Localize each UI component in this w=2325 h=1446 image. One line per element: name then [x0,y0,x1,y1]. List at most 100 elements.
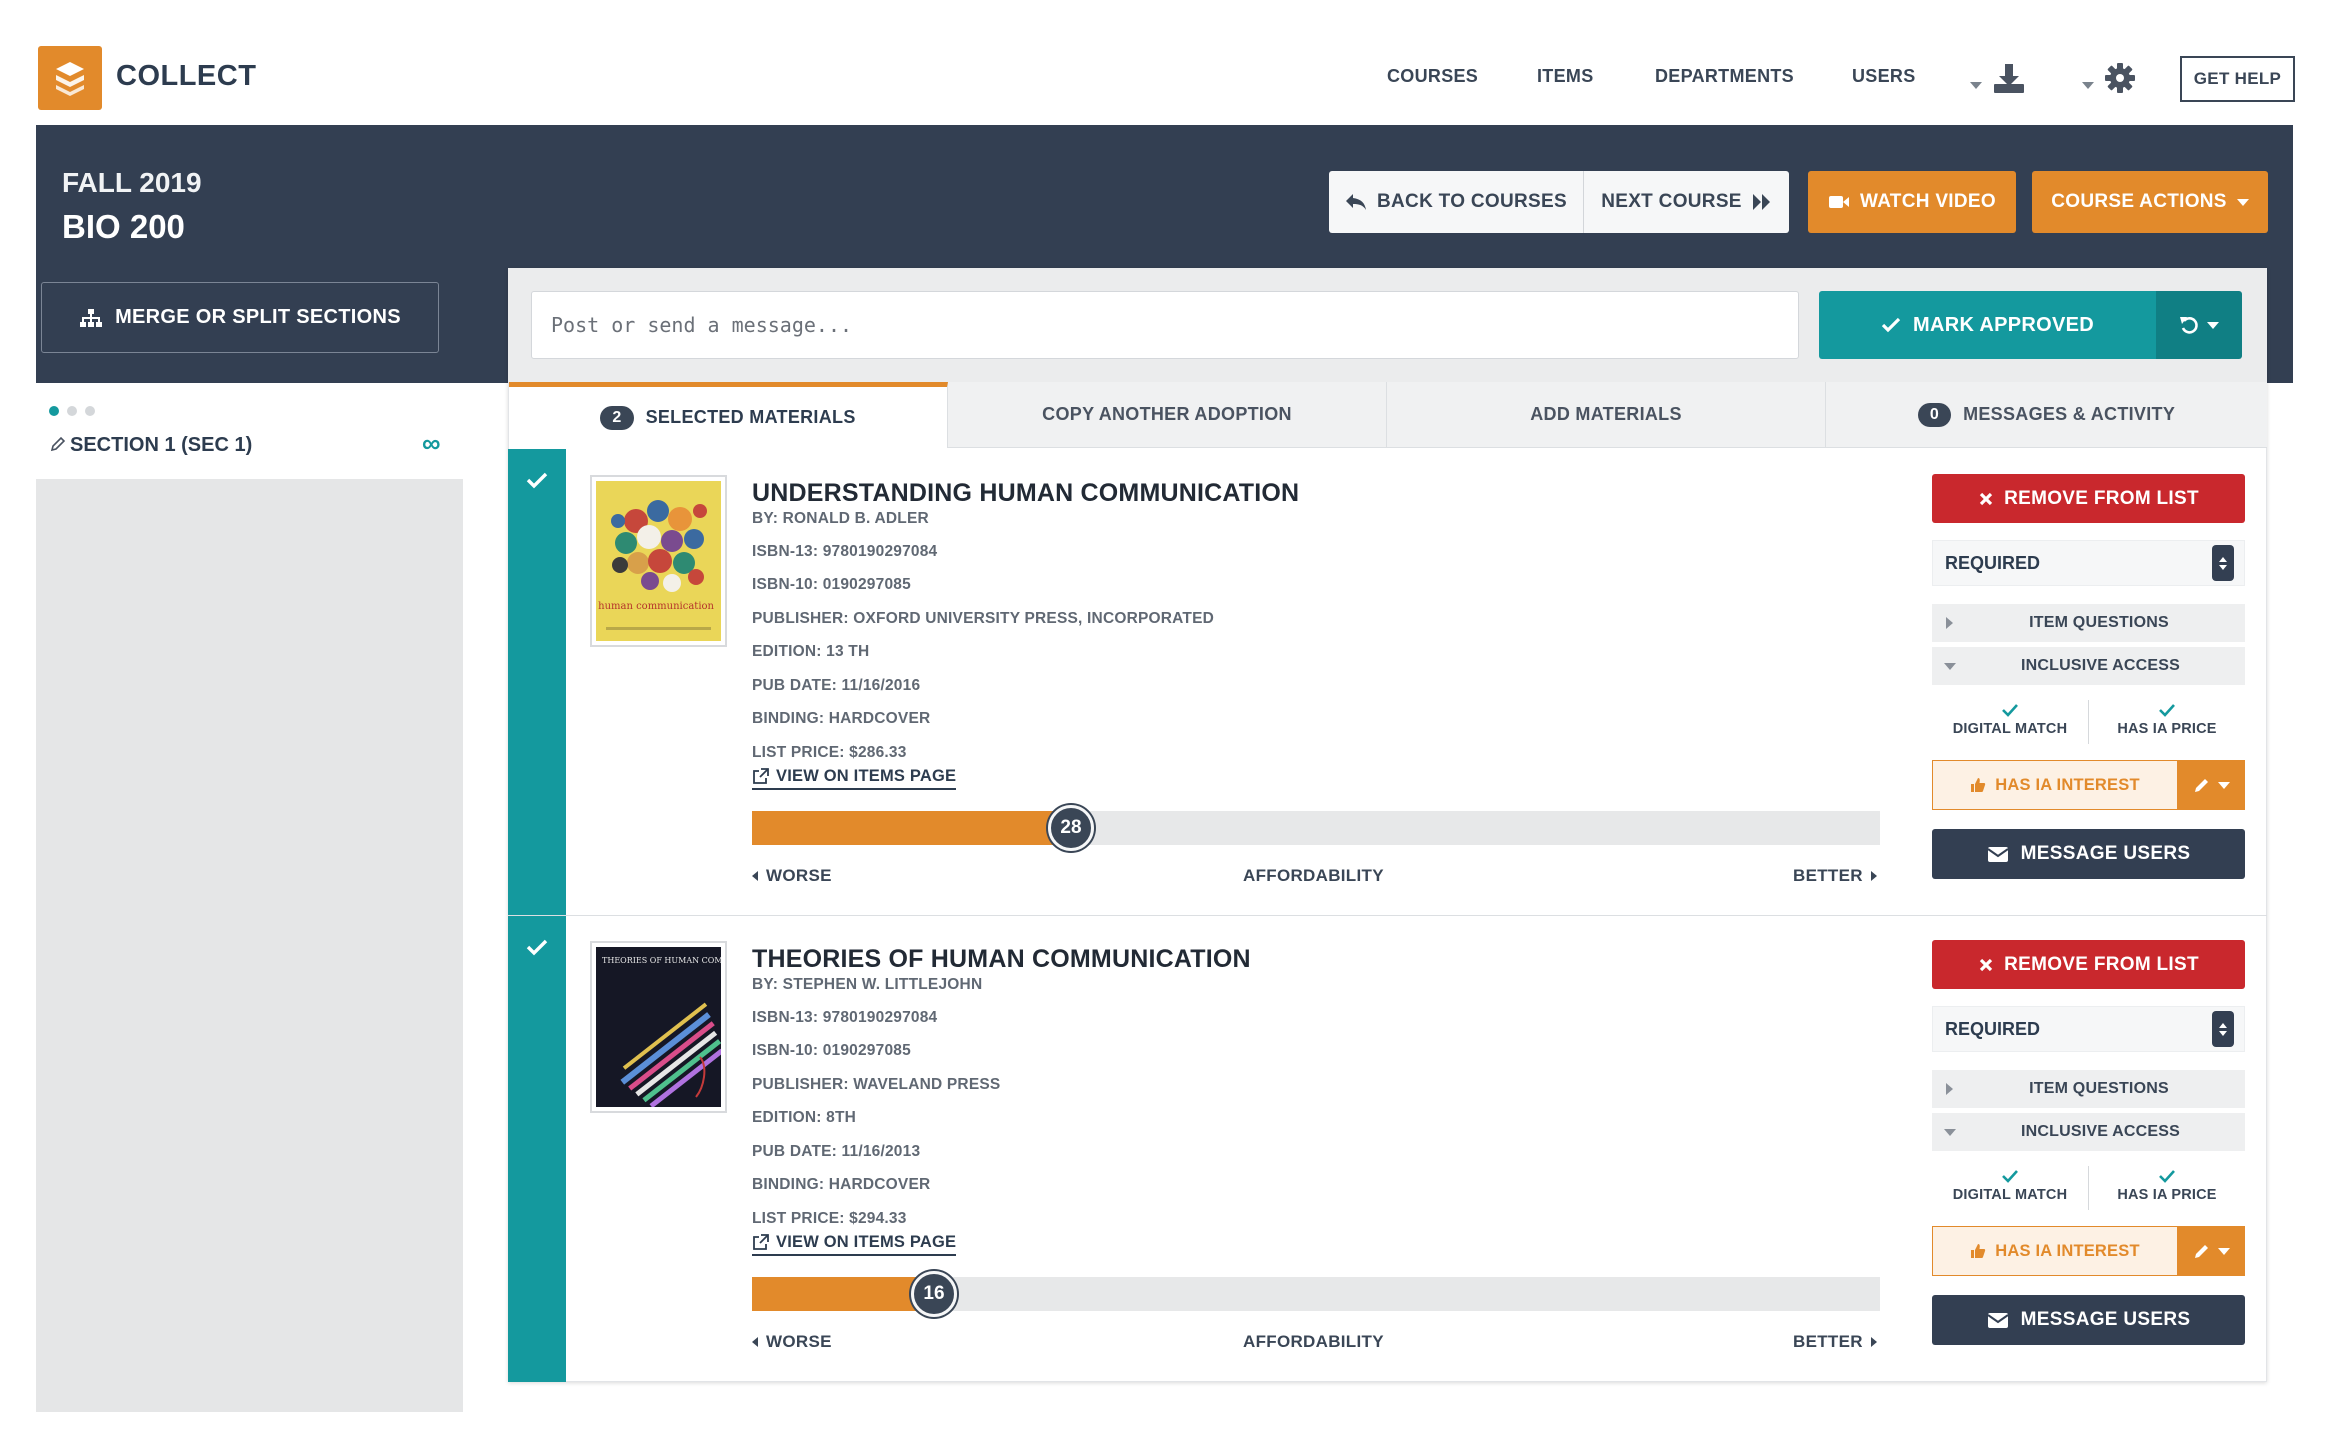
message-input[interactable] [531,291,1799,359]
tab-label: COPY ANOTHER ADOPTION [1042,404,1292,424]
inclusive-access-toggle[interactable]: INCLUSIVE ACCESS [1932,1113,2245,1151]
view-on-items-page-link[interactable]: VIEW ON ITEMS PAGE [752,1233,957,1256]
term-label: FALL 2019 [62,167,202,198]
message-users-button[interactable]: MESSAGE USERS [1932,1295,2245,1345]
required-select[interactable]: REQUIRED [1932,1006,2245,1052]
item-isbn13: ISBN-13: 9780190297084 [752,1009,938,1026]
worse-label: WORSE [752,866,832,886]
tab-label: MESSAGES & ACTIVITY [1963,404,2176,424]
tab-copy-another-adoption[interactable]: COPY ANOTHER ADOPTION [948,382,1387,448]
item-selected-indicator[interactable] [508,449,566,915]
check-icon [2002,1170,2018,1183]
cover-title-text: understanding human communication [596,601,715,612]
thumbs-up-icon [1971,1244,1986,1258]
merge-split-sections-button[interactable]: MERGE OR SPLIT SECTIONS [41,282,439,353]
tab-count-badge: 0 [1917,402,1952,427]
download-menu[interactable] [1970,62,2026,94]
remove-from-list-button[interactable]: REMOVE FROM LIST [1932,940,2245,989]
required-select[interactable]: REQUIRED [1932,540,2245,586]
caret-down-icon [1944,1128,1956,1136]
item-divider [508,915,2267,916]
has-ia-interest-button[interactable]: HAS IA INTEREST [1932,760,2178,810]
nav-departments[interactable]: DEPARTMENTS [1655,66,1794,87]
next-course-button[interactable]: NEXT COURSE [1584,171,1789,233]
item-binding: BINDING: HARDCOVER [752,710,931,727]
has-ia-interest-button[interactable]: HAS IA INTEREST [1932,1226,2178,1276]
tab-add-materials[interactable]: ADD MATERIALS [1387,382,1826,448]
sidebar-empty-area [36,479,463,1412]
external-link-icon [753,768,769,784]
close-icon [1979,958,1993,971]
digital-match-status: DIGITAL MATCH [1932,1169,2088,1203]
item-author: BY: RONALD B. ADLER [752,510,929,527]
message-users-button[interactable]: MESSAGE USERS [1932,829,2245,879]
select-arrows-icon [2212,545,2234,581]
check-icon [1881,317,1901,333]
item-questions-toggle[interactable]: ITEM QUESTIONS [1932,1070,2245,1108]
remove-from-list-button[interactable]: REMOVE FROM LIST [1932,474,2245,523]
item-binding: BINDING: HARDCOVER [752,1176,931,1193]
item-isbn13: ISBN-13: 9780190297084 [752,543,938,560]
undo-icon [2180,317,2198,334]
required-select-value: REQUIRED [1945,552,2041,573]
infinity-icon: ∞ [422,428,441,458]
check-icon [526,472,548,489]
pencil-icon [2194,1245,2208,1258]
pencil-icon[interactable] [50,436,66,457]
caret-left-icon [752,1337,758,1347]
approve-options-button[interactable] [2156,291,2242,359]
back-to-courses-button[interactable]: BACK TO COURSES [1329,171,1584,233]
inclusive-access-toggle[interactable]: INCLUSIVE ACCESS [1932,647,2245,685]
item-edition: EDITION: 13 TH [752,643,870,660]
section-item-label[interactable]: SECTION 1 (SEC 1) [70,434,252,457]
item-isbn10: ISBN-10: 0190297085 [752,1042,911,1059]
cover-title-text: THEORIES OF HUMAN COMMUNICATION [602,956,721,965]
has-ia-price-status: HAS IA PRICE [2089,1169,2245,1203]
affordability-score[interactable]: 16 [911,1271,957,1317]
get-help-button[interactable]: GET HELP [2180,56,2295,102]
download-icon [1994,64,2024,93]
sitemap-icon [80,308,103,327]
item-pub-date: PUB DATE: 11/16/2013 [752,1143,921,1160]
gear-icon [2105,63,2135,93]
nav-users[interactable]: USERS [1852,66,1916,87]
caret-right-icon [1946,1083,1953,1095]
ia-interest-edit-button[interactable] [2178,1226,2245,1276]
envelope-icon [1987,1312,2009,1328]
settings-menu[interactable] [2082,62,2136,94]
caret-left-icon [752,871,758,881]
tab-messages-activity[interactable]: 0 MESSAGES & ACTIVITY [1826,382,2267,448]
caret-right-icon [1870,1337,1877,1347]
logo-icon [56,62,84,96]
mark-approved-label: MARK APPROVED [1913,313,2094,336]
chevron-down-icon [1970,81,1982,89]
affordability-score[interactable]: 28 [1048,805,1094,851]
tab-label: SELECTED MATERIALS [645,407,856,427]
caret-down-icon [1944,662,1956,670]
affordability-label: AFFORDABILITY [1243,1332,1384,1351]
pager-dot[interactable] [85,406,95,416]
mark-approved-button[interactable]: MARK APPROVED [1819,291,2156,359]
nav-items[interactable]: ITEMS [1537,66,1594,87]
envelope-icon [1987,846,2009,862]
book-cover-image: THEORIES OF HUMAN COMMUNICATION [590,941,781,1113]
view-on-items-page-link[interactable]: VIEW ON ITEMS PAGE [752,767,957,790]
pager-dot[interactable] [67,406,77,416]
course-actions-button[interactable]: COURSE ACTIONS [2032,171,2268,233]
item-edition: EDITION: 8TH [752,1109,857,1126]
chevron-down-icon [2207,321,2219,329]
course-title: BIO 200 [62,208,185,245]
tab-selected-materials[interactable]: 2 SELECTED MATERIALS [509,382,948,448]
view-link-label: VIEW ON ITEMS PAGE [776,767,957,785]
app-logo[interactable] [38,46,102,110]
nav-courses[interactable]: COURSES [1387,66,1478,87]
pager-dot-active[interactable] [49,406,59,416]
reply-arrow-icon [1346,194,1367,210]
fast-forward-icon [1752,194,1770,210]
section-list [36,383,463,479]
item-selected-indicator[interactable] [508,916,566,1382]
watch-video-button[interactable]: WATCH VIDEO [1808,171,2016,233]
back-to-courses-label: BACK TO COURSES [1377,191,1567,212]
item-questions-toggle[interactable]: ITEM QUESTIONS [1932,604,2245,642]
ia-interest-edit-button[interactable] [2178,760,2245,810]
